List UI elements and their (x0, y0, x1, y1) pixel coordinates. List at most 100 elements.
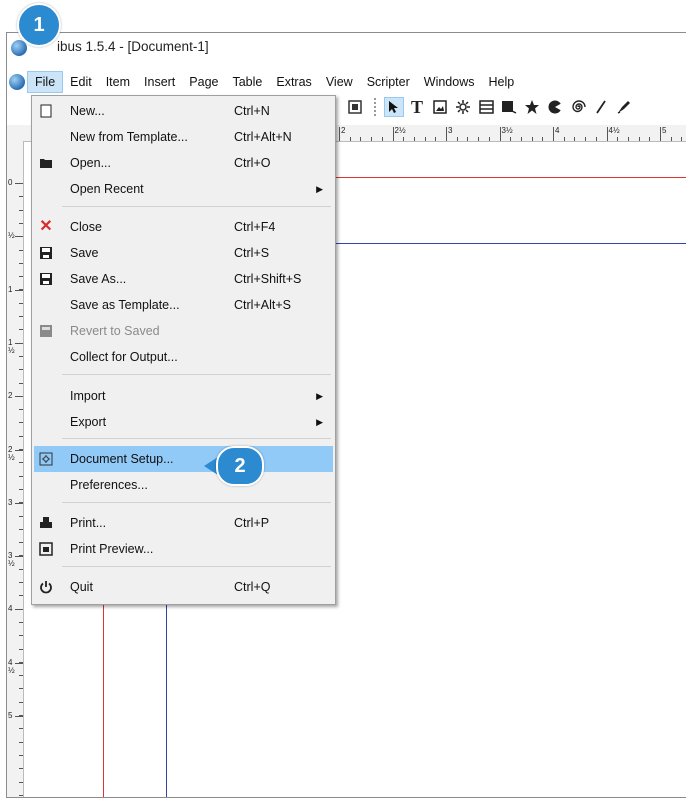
menu-item-save[interactable]: Save Ctrl+S (34, 240, 333, 266)
menu-item-open-recent[interactable]: Open Recent ▶ (34, 176, 333, 202)
select-icon[interactable] (384, 97, 404, 117)
menu-item-new[interactable]: New... Ctrl+N (34, 98, 333, 124)
save-icon (38, 245, 54, 261)
menu-scripter[interactable]: Scripter (360, 71, 417, 93)
menu-item-label: Preferences... (70, 478, 148, 492)
title-bar: ibus 1.5.4 - [Document-1] (7, 33, 686, 63)
menu-help[interactable]: Help (481, 71, 521, 93)
ruler-minor-tick (19, 329, 23, 331)
menu-separator (62, 502, 331, 503)
menu-item-label: Save as Template... (70, 298, 180, 312)
ruler-label: 1 ½ (8, 337, 15, 355)
ruler-minor-tick (478, 137, 480, 141)
ruler-label: 4 (8, 604, 13, 614)
menu-item-new-from-template[interactable]: New from Template... Ctrl+Alt+N (34, 124, 333, 150)
ruler-minor-tick (19, 515, 23, 517)
ruler-minor-tick (19, 528, 23, 530)
menu-item-document-setup[interactable]: Document Setup... (34, 446, 333, 472)
menu-item-open[interactable]: Open... Ctrl+O (34, 150, 333, 176)
menu-item-print-preview[interactable]: Print Preview... (34, 536, 333, 562)
menu-edit[interactable]: Edit (63, 71, 99, 93)
menu-item-collect-for-output[interactable]: Collect for Output... (34, 344, 333, 370)
text-frame-icon[interactable]: T (407, 97, 427, 117)
render-frame-icon[interactable] (453, 97, 473, 117)
polygon-icon[interactable] (522, 97, 542, 117)
ruler-minor-tick (19, 196, 23, 198)
ruler-minor-tick (19, 608, 23, 610)
ruler-minor-tick (19, 262, 23, 264)
ruler-minor-tick (360, 137, 362, 141)
ruler-tick (15, 662, 23, 664)
ruler-minor-tick (19, 635, 23, 637)
file-menu: New... Ctrl+N New from Template... Ctrl+… (31, 95, 336, 605)
menu-item-save-as[interactable]: Save As... Ctrl+Shift+S (34, 266, 333, 292)
image-frame-icon[interactable] (430, 97, 450, 117)
ruler-minor-tick (19, 568, 23, 570)
menu-item[interactable]: Item (99, 71, 137, 93)
menu-item-import[interactable]: Import ▶ (34, 383, 333, 409)
menu-item-label: Document Setup... (70, 452, 174, 466)
submenu-arrow-icon: ▶ (316, 417, 323, 427)
spiral-icon[interactable] (568, 97, 588, 117)
menu-item-shortcut: Ctrl+P (234, 516, 270, 530)
ruler-minor-tick (371, 137, 373, 141)
ruler-minor-tick (563, 137, 565, 141)
menu-item-print[interactable]: Print... Ctrl+P (34, 510, 333, 536)
vertical-ruler[interactable]: 0 ½ 1 1 ½ 2 2 ½ 3 3 ½ 4 4 ½ 5 (7, 141, 24, 797)
ruler-label: 5 (8, 711, 13, 720)
menu-separator (62, 566, 331, 567)
menu-item-label: Open Recent (70, 182, 144, 196)
menu-page[interactable]: Page (182, 71, 225, 93)
ruler-minor-tick (413, 137, 415, 141)
ruler-minor-tick (19, 209, 23, 211)
bezier-icon[interactable] (614, 97, 634, 117)
ruler-minor-tick (531, 137, 533, 141)
ruler-minor-tick (19, 342, 23, 344)
menu-item-save-as-template[interactable]: Save as Template... Ctrl+Alt+S (34, 292, 333, 318)
submenu-arrow-icon: ▶ (316, 391, 323, 401)
shape-icon[interactable] (499, 97, 519, 117)
menu-item-label: New... (70, 104, 105, 118)
ruler-minor-tick (542, 137, 544, 141)
table-icon[interactable] (476, 97, 496, 117)
ruler-label: 5 (662, 126, 667, 135)
ruler-minor-tick (435, 137, 437, 141)
ruler-minor-tick (19, 222, 23, 224)
menu-item-export[interactable]: Export ▶ (34, 409, 333, 435)
menu-windows[interactable]: Windows (417, 71, 482, 93)
menu-file[interactable]: File (27, 71, 64, 93)
line-icon[interactable] (591, 97, 611, 117)
ruler-label: 4½ (608, 126, 620, 135)
menu-item-close[interactable]: ✕ Close Ctrl+F4 (34, 214, 333, 240)
scribus-menu-icon (9, 74, 25, 90)
menu-item-label: Collect for Output... (70, 350, 178, 364)
menu-extras[interactable]: Extras (269, 71, 318, 93)
menu-item-shortcut: Ctrl+O (234, 156, 271, 170)
menu-item-revert-to-saved: Revert to Saved (34, 318, 333, 344)
menu-item-preferences[interactable]: Preferences... (34, 472, 333, 498)
menu-insert[interactable]: Insert (137, 71, 182, 93)
ruler-label: 2 ½ (8, 444, 15, 462)
ruler-minor-tick (510, 137, 512, 141)
ruler-label: 2 (341, 126, 346, 135)
arc-icon[interactable] (545, 97, 565, 117)
menu-item-quit[interactable]: Quit Ctrl+Q (34, 574, 333, 600)
ruler-minor-tick (19, 701, 23, 703)
ruler-label: 4 (555, 126, 560, 135)
menu-table[interactable]: Table (225, 71, 269, 93)
ruler-minor-tick (19, 462, 23, 464)
power-icon (38, 579, 54, 595)
menu-item-label: Save As... (70, 272, 127, 286)
pdf-icon[interactable] (345, 97, 365, 117)
ruler-corner (7, 125, 24, 142)
ruler-minor-tick (456, 137, 458, 141)
ruler-label: 2 (8, 391, 13, 401)
ruler-minor-tick (19, 355, 23, 357)
menu-view[interactable]: View (319, 71, 360, 93)
ruler-minor-tick (19, 183, 23, 184)
ruler-minor-tick (19, 728, 23, 730)
save-as-icon (38, 271, 54, 287)
ruler-minor-tick (19, 502, 23, 504)
ruler-minor-tick (19, 449, 23, 450)
ruler-minor-tick (19, 754, 23, 756)
